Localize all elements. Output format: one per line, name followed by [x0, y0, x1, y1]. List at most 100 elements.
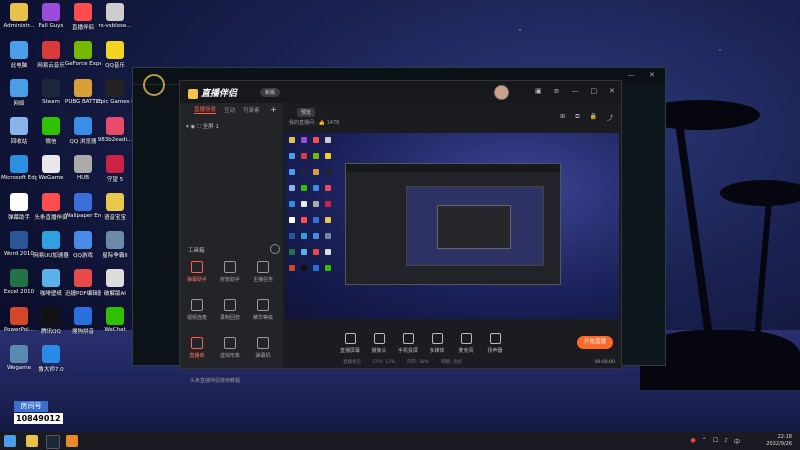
- tool-item[interactable]: 录制回放: [215, 299, 245, 321]
- tool-item[interactable]: 主播任务: [248, 261, 278, 283]
- tool-item[interactable]: 弹幕机: [248, 337, 278, 359]
- tab-scene[interactable]: 直播场景: [194, 105, 217, 114]
- desktop-icon[interactable]: 弹幕助手: [1, 193, 37, 221]
- desktop-icon[interactable]: QQ音乐: [97, 41, 133, 69]
- tool-item[interactable]: 虚拟形象: [215, 337, 245, 359]
- desktop-icon[interactable]: 鲁大师7.0: [33, 345, 69, 373]
- desktop-icon[interactable]: Steam: [33, 79, 69, 105]
- ime-indicator[interactable]: 中: [734, 437, 740, 446]
- desktop-icon[interactable]: 守望 5: [97, 155, 133, 183]
- desktop-icon[interactable]: Excel 2010: [1, 269, 37, 295]
- source-control-icon: [460, 333, 472, 344]
- desktop-icon[interactable]: rs-vsblose...: [97, 3, 133, 29]
- copy-icon[interactable]: ⧉: [575, 113, 579, 122]
- tool-item[interactable]: 直播商: [182, 337, 212, 359]
- taskbar-steam-icon[interactable]: [46, 435, 60, 449]
- preview-tools: ⊞ ⧉ 🔒 ⤴: [560, 113, 613, 122]
- desktop-icon[interactable]: Fall Guys: [33, 3, 69, 29]
- desktop-icon[interactable]: 迅捷PDF编辑器: [65, 269, 101, 297]
- desktop-icon[interactable]: Epic Games Launcher: [97, 79, 133, 105]
- desktop-icon-label: 弹幕助手: [7, 215, 30, 221]
- desktop-icon[interactable]: 983b2eadi...: [97, 117, 133, 143]
- desktop-icon-label: 983b2eadi...: [97, 137, 133, 143]
- stream-preview[interactable]: [285, 133, 619, 319]
- add-scene-icon[interactable]: +: [270, 105, 277, 114]
- start-stream-button[interactable]: 开始直播: [577, 336, 613, 349]
- shirt-icon[interactable]: ▣: [535, 87, 542, 95]
- source-control-label: 多媒体: [429, 348, 445, 354]
- preview-desktop-icon: [325, 169, 331, 175]
- desktop-icon[interactable]: Administr...: [1, 3, 37, 29]
- desktop-icon-label: QQ游戏: [73, 253, 93, 259]
- maximize-icon[interactable]: □: [591, 87, 598, 95]
- toolbox-settings-icon[interactable]: [270, 244, 280, 254]
- tray-network-icon[interactable]: ☐: [713, 437, 718, 446]
- source-control[interactable]: 扬声器: [482, 333, 508, 354]
- titlebar-controls: ▣ ≡ — □ ✕: [535, 87, 615, 95]
- layout-icon[interactable]: ⊞: [560, 113, 565, 122]
- window-controls[interactable]: — ✕: [628, 71, 661, 79]
- desktop-icon[interactable]: 咖啡壁纸: [33, 269, 69, 297]
- desktop-icon[interactable]: 头条直播伴侣: [33, 193, 69, 221]
- desktop-icon-label: PowerPoi...: [4, 327, 34, 333]
- desktop-icon[interactable]: GeForce Experience: [65, 41, 101, 67]
- desktop-icon[interactable]: PowerPoi...: [1, 307, 37, 333]
- source-control[interactable]: 多媒体: [424, 333, 450, 354]
- desktop-icon-label: 搜狗拼音: [71, 329, 94, 335]
- taskbar-streaming-app-icon[interactable]: [66, 435, 78, 447]
- windows-start-icon[interactable]: [4, 435, 16, 447]
- tool-item[interactable]: 视频连麦: [182, 299, 212, 321]
- tray-expand-icon[interactable]: ⌃: [702, 437, 707, 446]
- desktop-icon[interactable]: 破解版AI: [97, 269, 133, 297]
- tab-materials[interactable]: 可录素: [243, 106, 260, 114]
- desktop-icon[interactable]: 网易云音乐: [33, 41, 69, 69]
- desktop-icon[interactable]: 微信: [33, 117, 69, 145]
- lock-icon[interactable]: 🔒: [590, 113, 597, 122]
- desktop-icon[interactable]: 此电脑: [1, 41, 37, 69]
- close-icon[interactable]: ✕: [609, 87, 615, 95]
- source-control[interactable]: 摄像头: [366, 333, 392, 354]
- desktop-icon[interactable]: 网易UU加速器: [33, 231, 69, 259]
- minimize-icon[interactable]: —: [572, 87, 579, 95]
- desktop-icon-label: 头条直播伴侣: [34, 215, 68, 221]
- preview-label: 预览: [297, 108, 316, 117]
- desktop-icon[interactable]: PUBG BATTLEGR...: [65, 79, 101, 105]
- source-control-icon: [373, 333, 385, 344]
- avatar[interactable]: [494, 85, 509, 100]
- version-badge[interactable]: 新版: [260, 88, 281, 97]
- desktop-icon[interactable]: Word 2010: [1, 231, 37, 257]
- tutorial-link[interactable]: 头条直播伴侣使用教程: [190, 377, 240, 384]
- desktop-icon[interactable]: QQ 浏览器: [65, 117, 101, 145]
- desktop-icon-label: Wallpaper Engine: [65, 213, 101, 219]
- tray-volume-icon[interactable]: ♪: [724, 437, 728, 446]
- desktop-icon[interactable]: Microsoft Edge: [1, 155, 37, 181]
- source-control[interactable]: 手机投屏: [395, 333, 421, 354]
- desktop-icon[interactable]: HUB: [65, 155, 101, 181]
- scene-item[interactable]: ▾ ◉ ⛶ 全屏 1: [186, 122, 219, 131]
- source-control[interactable]: 直播屏幕: [337, 333, 363, 354]
- desktop-icon[interactable]: Wegame: [1, 345, 37, 371]
- desktop-icon[interactable]: 回收站: [1, 117, 37, 145]
- desktop-icon[interactable]: WeGame: [33, 155, 69, 181]
- desktop-icon[interactable]: 网络: [1, 79, 37, 107]
- desktop-icon[interactable]: Wallpaper Engine: [65, 193, 101, 219]
- scene-label: 全屏 1: [202, 124, 219, 130]
- tray-alert-icon[interactable]: ●: [690, 437, 695, 446]
- preview-desktop-icon: [325, 153, 331, 159]
- clock[interactable]: 22:18 2022/9/26: [766, 434, 792, 448]
- source-control[interactable]: 麦克风: [453, 333, 479, 354]
- desktop-icon[interactable]: WeChat: [97, 307, 133, 333]
- desktop-icon[interactable]: 语音宝宝: [97, 193, 133, 221]
- desktop-icon[interactable]: 搜狗拼音: [65, 307, 101, 335]
- tool-item[interactable]: 精华等级: [248, 299, 278, 321]
- tool-item[interactable]: 房管助手: [215, 261, 245, 283]
- share-icon[interactable]: ⤴: [607, 113, 613, 122]
- taskbar-file-explorer-icon[interactable]: [26, 435, 38, 447]
- desktop-icon[interactable]: QQ游戏: [65, 231, 101, 259]
- desktop-icon[interactable]: 星际争霸II: [97, 231, 133, 259]
- menu-icon[interactable]: ≡: [554, 87, 560, 95]
- desktop-icon[interactable]: 腾讯QQ: [33, 307, 69, 335]
- tool-item[interactable]: 弹幕助手: [182, 261, 212, 283]
- tab-interact[interactable]: 互动: [224, 106, 235, 114]
- desktop-icon[interactable]: 直播伴侣: [65, 3, 101, 31]
